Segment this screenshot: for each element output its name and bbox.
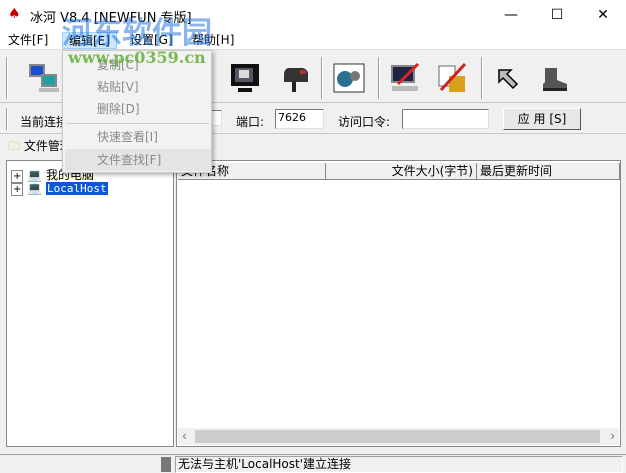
computer-icon: 💻 xyxy=(27,181,43,195)
app-icon: ♠ xyxy=(8,6,21,22)
edit-menu-dropdown: 复制[C] 粘贴[V] 删除[D] 快速查看[I] 文件查找[F] xyxy=(62,50,212,173)
monitor-screwdriver-icon xyxy=(391,62,420,91)
config-server-button[interactable] xyxy=(385,59,425,97)
current-connection-label: 当前连接 xyxy=(20,115,69,129)
horizontal-scrollbar[interactable]: ‹ › xyxy=(178,428,619,445)
host-tree: + 💻 我的电脑 + 💻 LocalHost xyxy=(6,160,174,447)
settings-button[interactable] xyxy=(329,59,369,97)
menu-item-quick-view[interactable]: 快速查看[I] xyxy=(65,126,211,148)
tools-button[interactable] xyxy=(432,59,472,97)
expand-icon[interactable]: + xyxy=(11,183,24,196)
apply-button[interactable]: 应 用 [S] xyxy=(503,108,581,130)
status-message: 无法与主机'LocalHost'建立连接 xyxy=(175,456,623,473)
tools-icon xyxy=(438,62,467,92)
menu-file[interactable]: 文件[F] xyxy=(2,32,54,49)
screen-control-button[interactable] xyxy=(225,59,265,97)
scroll-left-icon[interactable]: ‹ xyxy=(182,429,187,443)
exit-button[interactable] xyxy=(536,59,576,97)
arrow-icon xyxy=(498,69,519,90)
menu-item-paste[interactable]: 粘贴[V] xyxy=(65,76,211,98)
toolbar-grip xyxy=(6,108,8,130)
menu-divider xyxy=(67,123,209,124)
gears-icon xyxy=(333,63,365,93)
scroll-right-icon[interactable]: › xyxy=(610,429,615,443)
maximize-button[interactable]: ☐ xyxy=(534,0,580,30)
tree-item-label: LocalHost xyxy=(46,182,108,195)
port-input[interactable]: 7626 xyxy=(275,109,324,129)
menu-item-delete[interactable]: 删除[D] xyxy=(65,98,211,120)
port-label: 端口: xyxy=(236,115,265,129)
back-button[interactable] xyxy=(488,59,528,97)
watermark-title: 河东软件园 xyxy=(62,16,212,51)
scrollbar-thumb[interactable] xyxy=(195,430,600,443)
toolbar-separator xyxy=(481,57,483,99)
menu-item-find-file[interactable]: 文件查找[F] xyxy=(65,149,211,171)
toolbar-grip xyxy=(6,57,8,99)
mail-button[interactable] xyxy=(275,59,315,97)
progress-indicator xyxy=(161,457,171,472)
password-input[interactable] xyxy=(402,109,489,129)
file-list: 文件名称 文件大小(字节) 最后更新时间 ‹ › xyxy=(176,160,621,447)
computers-icon xyxy=(29,64,59,92)
column-header-size[interactable]: 文件大小(字节) xyxy=(326,163,477,180)
close-button[interactable]: ✕ xyxy=(580,0,626,30)
column-header-modified[interactable]: 最后更新时间 xyxy=(477,163,620,180)
status-bar: 无法与主机'LocalHost'建立连接 xyxy=(0,454,626,473)
boot-icon xyxy=(543,68,567,91)
toolbar-separator xyxy=(321,57,323,99)
monitor-icon xyxy=(231,64,259,92)
add-host-button[interactable] xyxy=(24,59,64,97)
password-label: 访问口令: xyxy=(338,115,391,129)
computer-icon: 💻 xyxy=(27,168,43,182)
minimize-button[interactable]: — xyxy=(488,0,534,30)
folder-icon: 🗀 xyxy=(8,139,21,153)
watermark-url: www.pc0359.cn xyxy=(68,48,206,67)
toolbar-separator xyxy=(378,57,380,99)
tree-item-localhost[interactable]: + 💻 LocalHost xyxy=(11,181,108,196)
mailbox-icon xyxy=(283,68,308,92)
